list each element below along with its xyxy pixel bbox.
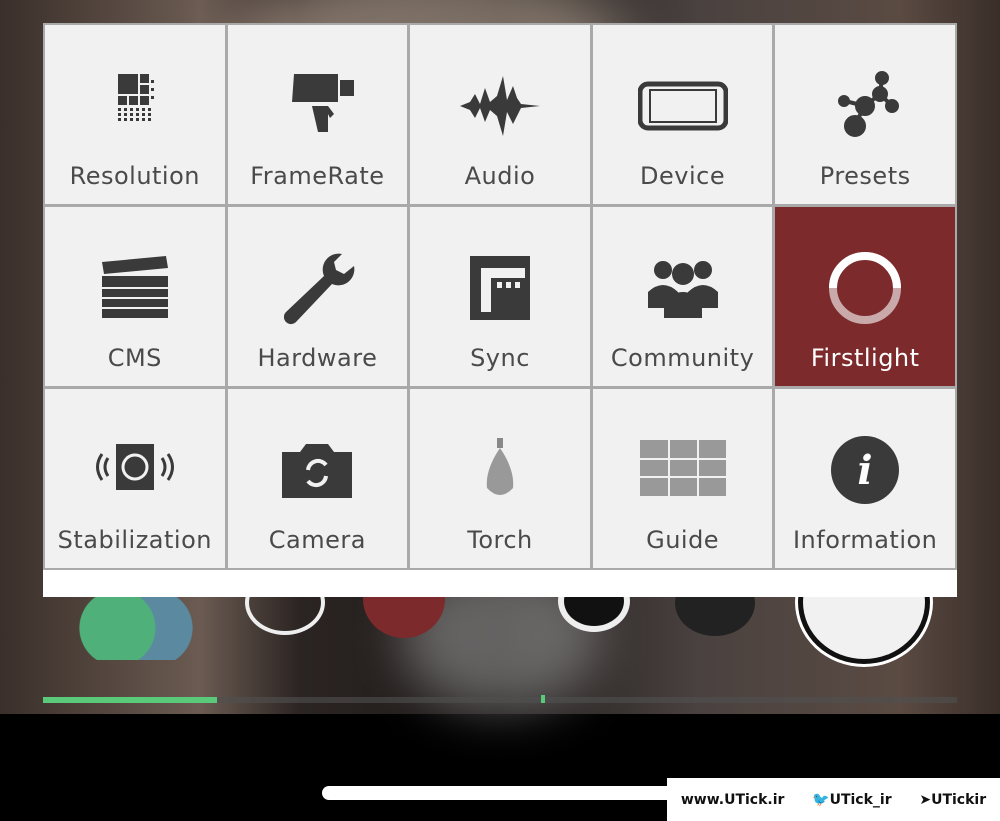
menu-item-label: Information <box>792 526 938 554</box>
menu-item-framerate[interactable]: FrameRate <box>227 25 408 204</box>
menu-item-presets[interactable]: Presets <box>775 25 955 204</box>
guide-grid-icon <box>639 440 726 496</box>
watermark-twitter: 🐦UTick_ir <box>812 791 892 808</box>
menu-item-label: Hardware <box>257 344 378 372</box>
menu-item-label: Device <box>640 162 726 190</box>
audio-waveform-icon <box>459 76 540 136</box>
menu-item-device[interactable]: Device <box>592 25 773 204</box>
clapperboard-icon <box>101 256 168 318</box>
menu-item-label: FrameRate <box>250 162 385 190</box>
film-camera-icon <box>292 74 355 132</box>
camera-flip-icon <box>282 444 353 498</box>
menu-item-label: Sync <box>470 344 530 372</box>
watermark-telegram: ➤UTickir <box>919 791 987 808</box>
menu-footer <box>43 570 957 597</box>
menu-item-community[interactable]: Community <box>592 207 773 386</box>
watermark: www.UTick.ir 🐦UTick_ir ➤UTickir <box>667 778 1000 821</box>
menu-item-guide[interactable]: Guide <box>592 389 773 568</box>
home-indicator[interactable] <box>322 786 682 800</box>
menu-item-label: Torch <box>467 526 533 554</box>
menu-item-information[interactable]: i Information <box>775 389 955 568</box>
menu-item-label: Guide <box>646 526 720 554</box>
watermark-site: www.UTick.ir <box>680 791 785 808</box>
menu-item-sync[interactable]: Sync <box>410 207 590 386</box>
settings-menu-grid: Resolution FrameRate Audio Device Presets CMS… <box>43 23 957 570</box>
telegram-icon: ➤ <box>919 791 932 808</box>
twitter-icon: 🐦 <box>812 791 830 808</box>
community-people-icon <box>647 261 718 318</box>
resolution-grid-icon <box>117 74 154 121</box>
menu-item-camera[interactable]: Camera <box>227 389 408 568</box>
menu-item-label: Camera <box>268 526 366 554</box>
timeline-progress[interactable] <box>43 695 957 703</box>
menu-item-resolution[interactable]: Resolution <box>45 25 225 204</box>
menu-item-label: Resolution <box>69 162 200 190</box>
menu-item-label: Audio <box>464 162 536 190</box>
info-icon: i <box>831 436 900 504</box>
wrench-icon <box>284 253 355 325</box>
sync-icon <box>469 256 530 320</box>
svg-text:i: i <box>858 447 873 494</box>
menu-item-label: Stabilization <box>57 526 212 554</box>
progress-fill <box>43 697 217 703</box>
menu-item-cms[interactable]: CMS <box>45 207 225 386</box>
firstlight-ring-icon <box>829 252 902 324</box>
torch-bulb-icon <box>486 438 514 495</box>
menu-item-audio[interactable]: Audio <box>410 25 590 204</box>
menu-item-label: Presets <box>819 162 911 190</box>
progress-marker <box>541 695 545 703</box>
menu-item-label: CMS <box>107 344 162 372</box>
phone-device-icon <box>637 81 728 131</box>
menu-item-hardware[interactable]: Hardware <box>227 207 408 386</box>
menu-item-torch[interactable]: Torch <box>410 389 590 568</box>
menu-item-label: Firstlight <box>810 344 920 372</box>
menu-item-label: Community <box>610 344 755 372</box>
menu-item-firstlight[interactable]: Firstlight <box>775 207 955 386</box>
stabilization-icon <box>95 444 174 490</box>
menu-item-stabilization[interactable]: Stabilization <box>45 389 225 568</box>
presets-molecule-icon <box>838 71 900 137</box>
